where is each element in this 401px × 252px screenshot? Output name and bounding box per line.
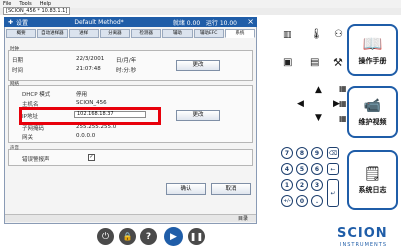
network-legend: 网络 [10,82,19,87]
close-icon[interactable]: ⨯ [247,17,254,26]
arrow-left-icon[interactable]: ◀ [297,99,304,109]
network-change-button[interactable]: 更改 [176,110,220,121]
time-label: 时间 [12,68,24,74]
date-format: 日/月/年 [116,58,137,64]
lock-button[interactable]: 🔒 [119,228,136,245]
status-ready: 就绪 0.00 [172,19,201,27]
tab-aux[interactable]: 辅助 [162,29,193,38]
bar-chart-icon[interactable]: ▥ [283,30,292,40]
book-info-icon: 📖 [362,34,383,53]
tab-aux-efc[interactable]: 辅助EFC [193,29,224,38]
key-9[interactable]: 9 [311,147,323,159]
page-icon-2[interactable]: ▦ [339,99,347,108]
thermometer-icon[interactable]: 🌡 [310,29,323,40]
error-alarm-checkbox[interactable]: ✓ [88,154,95,161]
subnet-label: 子网掩码 [22,126,45,132]
key-7[interactable]: 7 [281,147,293,159]
window-status-strip: 目录 [5,214,256,222]
help-button[interactable]: ? [140,228,157,245]
question-icon: ? [145,231,152,242]
log-document-icon: 🗒 [363,165,382,182]
log-label: 系统日志 [358,185,387,194]
gateway-value: 0.0.0.0 [76,133,96,139]
tools-icon[interactable]: ⚒ [333,56,343,69]
time-format: 时:分:秒 [116,68,137,74]
user-icon[interactable]: ⚇ [334,29,343,40]
date-value: 22/3/2001 [76,56,105,62]
enter-key-icon[interactable]: ↵ [327,179,339,207]
tab-system[interactable]: 系统 [224,29,255,38]
video-button[interactable]: 📹 维护视频 [347,86,398,138]
instrument-address: [SCION_456 * 10.83.1.1] [3,7,71,15]
ok-button[interactable]: 确认 [166,183,206,195]
window-title: 设置 [16,19,29,27]
error-alarm-label: 错误警报声 [22,157,50,163]
wrench-icon: ✚ [8,18,14,26]
clock-change-button[interactable]: 更改 [176,60,220,71]
key-dot[interactable]: . [311,195,323,207]
key-6[interactable]: 6 [311,163,323,175]
window-status-text: 目录 [237,216,248,222]
play-icon: ▶ [170,231,177,242]
arrow-down-icon[interactable]: ▼ [315,113,322,123]
manual-button[interactable]: 📖 操作手册 [347,24,398,76]
clock-legend: 时钟 [10,47,19,52]
key-5[interactable]: 5 [296,163,308,175]
gateway-label: 网关 [22,135,34,141]
video-label: 维护视频 [358,117,387,126]
window-titlebar: ✚ 设置 Default Method* 就绪 0.00 运行 10.00 ⨯ [4,17,257,27]
dhcp-label: DHCP 模式 [22,92,51,98]
key-3[interactable]: 3 [311,179,323,191]
video-camera-icon: 📹 [363,97,382,114]
save-icon[interactable]: ▣ [283,57,292,68]
tab-autosampler[interactable]: 自动进样器 [37,29,68,38]
backspace-key-icon[interactable]: ⌫ [327,147,339,159]
status-run: 运行 10.00 [205,19,237,27]
address-bar: [SCION_456 * 10.83.1.1] [0,7,401,15]
ip-highlight-box [19,107,161,125]
power-icon: ⏻ [101,231,110,242]
dhcp-value: 停用 [76,92,88,98]
tab-bar: 概要 自动进样器 进样 分离器 检测器 辅助 辅助EFC 系统 [6,29,255,38]
tab-injector[interactable]: 进样 [68,29,99,38]
home-area[interactable]: ✚ 设置 [4,18,44,27]
key-2[interactable]: 2 [296,179,308,191]
date-label: 日期 [12,58,24,64]
page-icon-1[interactable]: ▦ [339,84,347,93]
key-8[interactable]: 8 [296,147,308,159]
stop-button[interactable]: ❚❚ [188,228,205,245]
time-value: 21:07:48 [76,66,101,72]
cancel-button[interactable]: 取消 [211,183,251,195]
manual-label: 操作手册 [358,57,387,65]
pause-icon: ❚❚ [189,232,204,241]
print-icon[interactable]: ▤ [310,57,319,68]
key-1[interactable]: 1 [281,179,293,191]
left-key-icon[interactable]: ← [327,163,339,175]
brand-logo: SCION [337,226,388,241]
page-icon-3[interactable]: ▦ [339,114,347,123]
hostname-value: SCION_456 [76,100,107,106]
tab-separator[interactable]: 分离器 [99,29,130,38]
key-4[interactable]: 4 [281,163,293,175]
method-name: Default Method* [74,18,124,26]
start-button[interactable]: ▶ [164,227,183,246]
key-plus-minus[interactable]: +/- [281,195,293,207]
tab-overview[interactable]: 概要 [6,29,37,38]
log-button[interactable]: 🗒 系统日志 [347,150,398,210]
brand-subtitle: INSTRUMENTS [340,242,388,248]
sound-legend: 声音 [10,146,19,151]
key-0[interactable]: 0 [296,195,308,207]
tab-detector[interactable]: 检测器 [131,29,162,38]
arrow-up-icon[interactable]: ▲ [315,85,322,95]
power-button[interactable]: ⏻ [97,228,114,245]
lock-icon: 🔒 [122,232,133,241]
